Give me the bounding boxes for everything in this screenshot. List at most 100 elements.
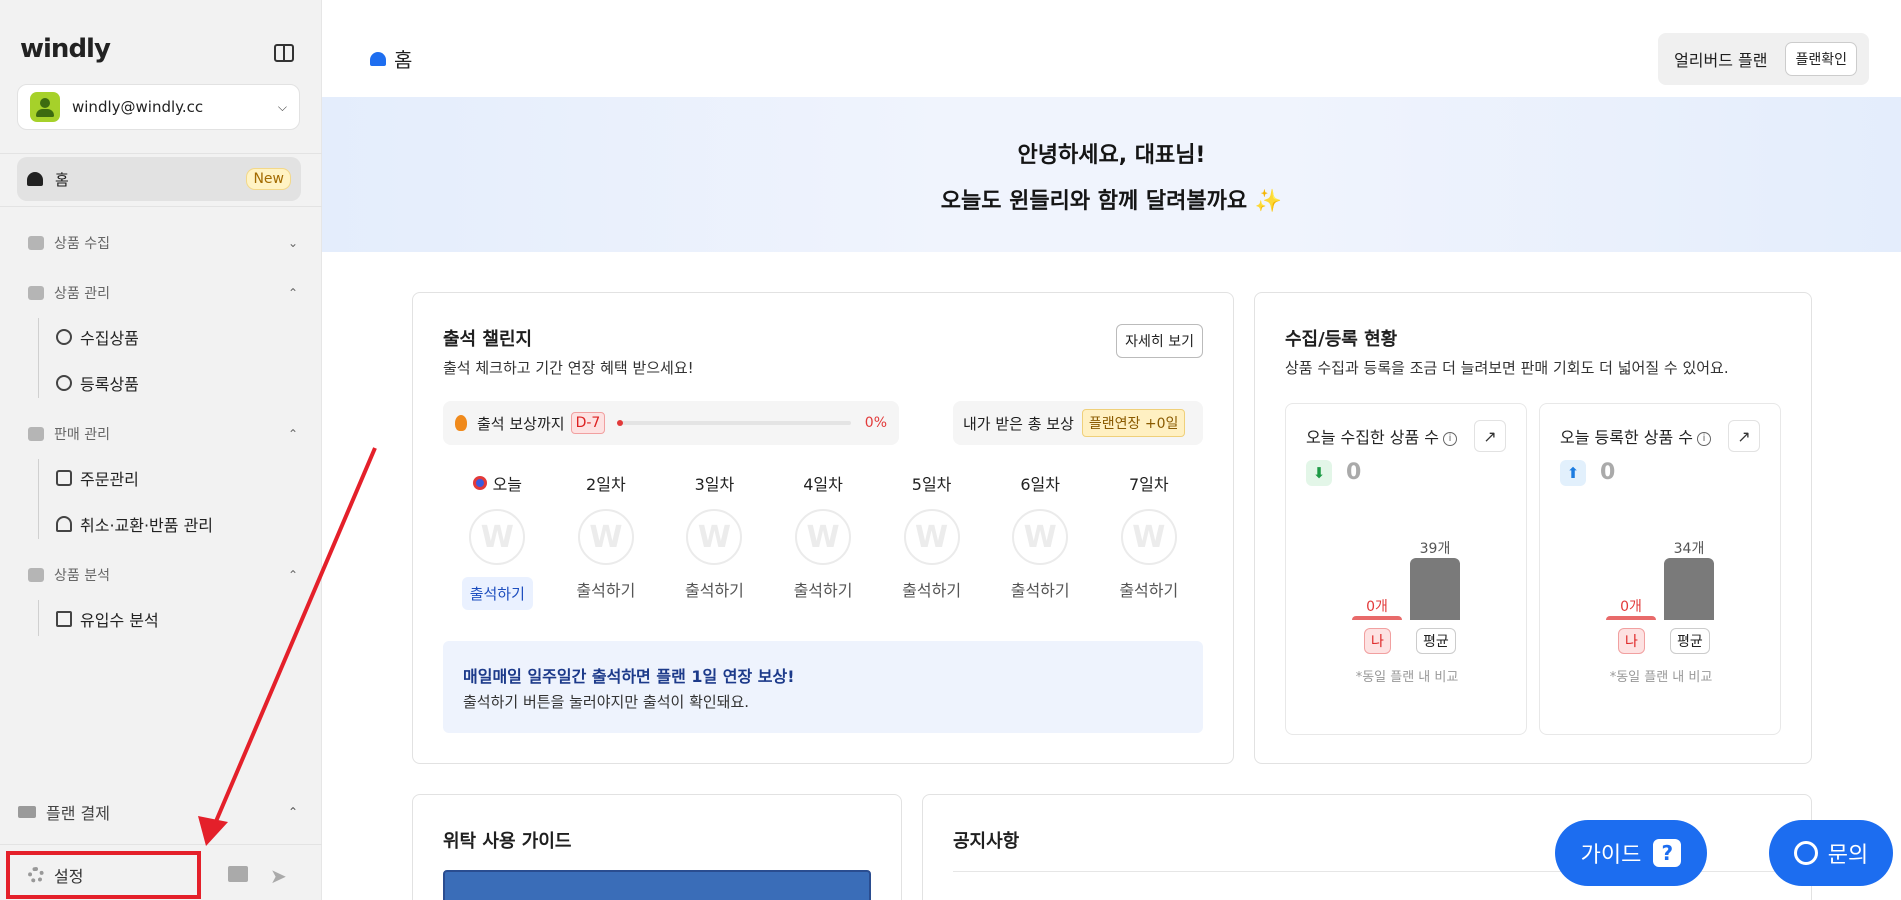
settings-button[interactable]: 설정 bbox=[6, 851, 201, 899]
headset-icon bbox=[56, 516, 72, 532]
day-item: 6일차 W 출석하기 bbox=[986, 471, 1095, 610]
day-item: 3일차 W 출석하기 bbox=[660, 471, 769, 610]
sidebar-item-label: 등록상품 bbox=[80, 375, 139, 394]
target-icon bbox=[472, 476, 487, 490]
attend-button[interactable]: 출석하기 bbox=[1011, 577, 1070, 601]
sidebar-section-analysis[interactable]: 상품 분석 ⌃ bbox=[28, 563, 298, 587]
day-item: 오늘 W 출석하기 bbox=[443, 471, 552, 610]
attend-button[interactable]: 출석하기 bbox=[576, 577, 635, 601]
info-title: 매일매일 일주일간 출석하면 플랜 1일 연장 보상! bbox=[463, 667, 795, 686]
progress-bar bbox=[617, 420, 851, 426]
sidebar-collapse-icon[interactable] bbox=[274, 44, 294, 62]
sidebar-item-returns[interactable]: 취소·교환·반품 관리 bbox=[56, 512, 213, 536]
guide-fab-button[interactable]: 가이드? bbox=[1555, 820, 1707, 886]
chevron-up-icon: ⌃ bbox=[287, 568, 298, 582]
sidebar-item-traffic-analysis[interactable]: 유입수 분석 bbox=[56, 607, 159, 631]
sidebar: windly windly@windly.cc ⌵ 홈 New 상품 수집 ⌄ … bbox=[0, 0, 322, 900]
sidebar-item-label: 홈 bbox=[55, 170, 69, 189]
day-item: 2일차 W 출석하기 bbox=[552, 471, 661, 610]
attendance-info: 매일매일 일주일간 출석하면 플랜 1일 연장 보상! 출석하기 버튼을 눌러야… bbox=[443, 641, 1203, 733]
progress-label: 출석 보상까지 bbox=[477, 414, 565, 433]
sidebar-item-home[interactable]: 홈 New bbox=[17, 157, 301, 201]
upload-icon bbox=[56, 375, 72, 391]
plan-check-button[interactable]: 플랜확인 bbox=[1785, 42, 1857, 76]
x-axis-label: 평균 bbox=[1670, 628, 1710, 654]
bar-avg bbox=[1410, 558, 1460, 620]
sidebar-item-registered-products[interactable]: 등록상품 bbox=[56, 371, 139, 395]
bar-value-label: 34개 bbox=[1673, 541, 1705, 557]
send-icon[interactable]: ➤ bbox=[270, 864, 287, 888]
attend-button[interactable]: 출석하기 bbox=[685, 577, 744, 601]
attend-button[interactable]: 출석하기 bbox=[1119, 577, 1178, 601]
main-content: 홈 얼리버드 플랜 플랜확인 안녕하세요, 대표님! 오늘도 윈들리와 함께 달… bbox=[322, 0, 1901, 900]
day-item: 4일차 W 출석하기 bbox=[769, 471, 878, 610]
account-selector[interactable]: windly@windly.cc ⌵ bbox=[17, 84, 300, 130]
notice-title: 공지사항 bbox=[953, 831, 1020, 852]
chevron-up-icon: ⌃ bbox=[287, 427, 298, 441]
bar-avg bbox=[1664, 558, 1714, 620]
windly-stamp-icon: W bbox=[795, 509, 852, 565]
credit-card-icon bbox=[18, 806, 36, 818]
account-email: windly@windly.cc bbox=[72, 98, 204, 116]
x-axis-label: 평균 bbox=[1416, 628, 1456, 654]
bar-chart-icon bbox=[56, 611, 72, 627]
progress-percent: 0% bbox=[864, 415, 887, 431]
x-axis-label: 나 bbox=[1618, 628, 1645, 654]
sidebar-item-label: 플랜 결제 bbox=[46, 804, 110, 823]
tree-line bbox=[38, 459, 39, 539]
day-item: 5일차 W 출석하기 bbox=[877, 471, 986, 610]
page-title-text: 홈 bbox=[394, 48, 413, 72]
windly-logo[interactable]: windly bbox=[20, 34, 111, 64]
sidebar-item-label: 수집상품 bbox=[80, 329, 139, 348]
guide-card: 위탁 사용 가이드 bbox=[412, 794, 902, 900]
sidebar-item-orders[interactable]: 주문관리 bbox=[56, 466, 139, 490]
day-item: 7일차 W 출석하기 bbox=[1094, 471, 1203, 610]
collected-stat: 오늘 수집한 상품 수i ↗ ⬇ 0 0개 나 39개 평균 *동일 플랜 내 비교 bbox=[1285, 403, 1527, 735]
comparison-chart: 0개나 34개평균 bbox=[1540, 404, 1782, 736]
comparison-chart: 0개 나 39개 평균 bbox=[1286, 404, 1528, 736]
sidebar-item-collected-products[interactable]: 수집상품 bbox=[56, 325, 139, 349]
d-day-badge: D-7 bbox=[570, 412, 606, 434]
divider bbox=[0, 844, 322, 845]
hero-banner: 안녕하세요, 대표님! 오늘도 윈들리와 함께 달려볼까요 ✨ bbox=[322, 97, 1901, 252]
book-icon[interactable] bbox=[228, 866, 248, 882]
windly-stamp-icon: W bbox=[577, 509, 634, 565]
guide-fab-label: 가이드 bbox=[1580, 843, 1642, 868]
day-label: 4일차 bbox=[803, 475, 843, 494]
home-icon bbox=[370, 51, 386, 66]
registered-stat: 오늘 등록한 상품 수i ↗ ⬆ 0 0개 나 34개 평균 *동일 플랜 내 비교 bbox=[1539, 403, 1781, 735]
attend-button[interactable]: 출석하기 bbox=[902, 577, 961, 601]
page-title: 홈 bbox=[370, 44, 412, 73]
detail-button[interactable]: 자세히 보기 bbox=[1116, 324, 1203, 358]
stats-title: 수집/등록 현황 bbox=[1285, 329, 1398, 350]
bar-value-label: 0개 bbox=[1366, 599, 1388, 615]
attend-button[interactable]: 출석하기 bbox=[461, 577, 533, 610]
stats-card: 수집/등록 현황 상품 수집과 등록을 조금 더 늘려보면 판매 기회도 더 넓… bbox=[1254, 292, 1812, 764]
chevron-up-icon: ⌃ bbox=[287, 286, 298, 300]
attendance-card: 출석 챌린지 출석 체크하고 기간 연장 혜택 받으세요! 자세히 보기 출석 … bbox=[412, 292, 1234, 764]
chevron-up-icon: ⌃ bbox=[287, 805, 298, 819]
bar-me bbox=[1606, 616, 1656, 620]
sidebar-section-manage[interactable]: 상품 관리 ⌃ bbox=[28, 281, 298, 305]
hero-greeting: 안녕하세요, 대표님! bbox=[1017, 143, 1206, 168]
contact-fab-button[interactable]: 문의 bbox=[1769, 820, 1893, 886]
bar-value-label: 39개 bbox=[1419, 541, 1451, 557]
attend-button[interactable]: 출석하기 bbox=[794, 577, 853, 601]
sidebar-section-collect[interactable]: 상품 수집 ⌄ bbox=[28, 231, 298, 255]
sidebar-section-label: 상품 관리 bbox=[54, 286, 110, 302]
shopping-bag-icon bbox=[28, 568, 44, 582]
bar-value-label: 0개 bbox=[1620, 599, 1642, 615]
contact-fab-label: 문의 bbox=[1827, 843, 1869, 868]
divider bbox=[0, 206, 322, 207]
guide-video-thumbnail[interactable] bbox=[443, 870, 871, 900]
windly-stamp-icon: W bbox=[1012, 509, 1069, 565]
day-label: 5일차 bbox=[911, 475, 952, 494]
day-label: 오늘 bbox=[492, 475, 523, 494]
box-icon bbox=[28, 236, 44, 250]
day-label: 6일차 bbox=[1020, 475, 1060, 494]
clipboard-icon bbox=[56, 470, 72, 486]
new-badge: New bbox=[246, 168, 291, 190]
day-label: 2일차 bbox=[586, 475, 626, 494]
sidebar-item-plan-payment[interactable]: 플랜 결제 ⌃ bbox=[18, 800, 298, 824]
sidebar-section-sales[interactable]: 판매 관리 ⌃ bbox=[28, 422, 298, 446]
